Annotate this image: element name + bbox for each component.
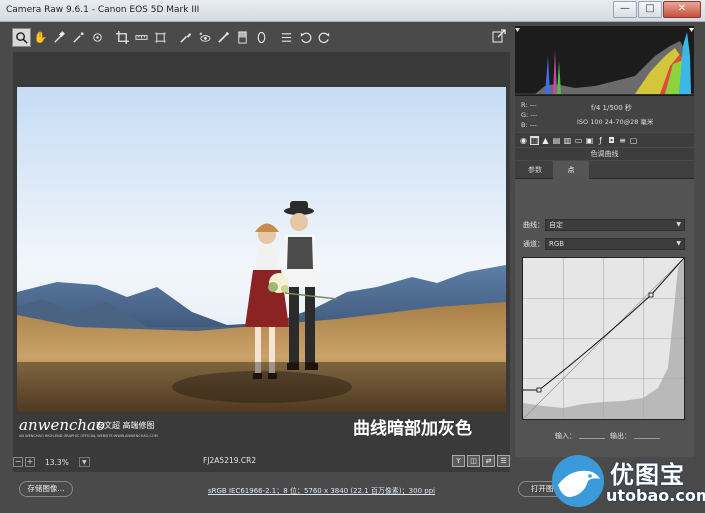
title-bar: Camera Raw 9.6.1 - Canon EOS 5D Mark III… xyxy=(0,0,705,22)
hsl-panel-icon[interactable]: ▤ xyxy=(552,136,561,145)
preview-preferences-button[interactable]: ☰ xyxy=(497,455,510,467)
zoom-dropdown[interactable]: ▼ xyxy=(78,457,90,467)
presets-list-icon[interactable] xyxy=(277,28,296,47)
detail-panel-icon[interactable]: ▲ xyxy=(541,136,550,145)
white-balance-icon[interactable] xyxy=(50,28,69,47)
shadow-clip-icon xyxy=(515,28,520,32)
view-controls: Y ◫ ⇄ ☰ xyxy=(452,455,510,467)
iso-lens: ISO 100 24-70@28 毫米 xyxy=(577,118,654,126)
rgb-values: R: --- G: --- B: --- xyxy=(521,100,537,130)
zoom-bar: − + 13.3% ▼ FJ2A5219.CR2 Y ◫ ⇄ ☰ xyxy=(13,455,510,469)
zoom-tool-icon[interactable] xyxy=(12,27,31,47)
tab-parametric[interactable]: 参数 xyxy=(517,161,553,179)
watermark-chinese: 安文超 高端修图 xyxy=(96,421,155,430)
minimize-button[interactable]: — xyxy=(613,1,637,18)
workflow-options-link[interactable]: sRGB IEC61966-2.1；8 位；5760 x 3840 (22.1 … xyxy=(208,486,435,496)
window-title: Camera Raw 9.6.1 - Canon EOS 5D Mark III xyxy=(6,5,200,15)
window-controls: — □ ✕ xyxy=(613,1,701,18)
toolbar: ✋ xyxy=(12,26,512,48)
brand-name-cn: 优图宝 xyxy=(610,461,685,489)
basic-panel-icon[interactable]: ◉ xyxy=(519,136,528,145)
aperture-shutter: f/4 1/500 秒 xyxy=(591,104,632,112)
output-label: 输出： xyxy=(610,432,631,440)
hand-tool-icon[interactable]: ✋ xyxy=(31,28,50,47)
brand-watermark: 优图宝 utobao.com xyxy=(548,449,705,513)
rotate-right-icon[interactable] xyxy=(315,28,334,47)
crop-icon[interactable] xyxy=(113,28,132,47)
color-sampler-icon[interactable] xyxy=(69,28,88,47)
tone-curve-body: 曲线： 自定 ▼ 通道： RGB ▼ 输入： 输出： xyxy=(515,179,694,457)
maximize-button[interactable]: □ xyxy=(638,1,662,18)
before-after-y-button[interactable]: Y xyxy=(452,455,465,467)
curve-svg xyxy=(522,257,685,420)
snapshots-panel-icon[interactable]: ▢ xyxy=(629,136,638,145)
input-field[interactable] xyxy=(579,438,605,439)
fx-panel-icon[interactable]: ƒ xyxy=(596,136,605,145)
watermark-subtitle: AN WENCHAO HIGH-END GRAPHIC OFFICIAL WEB… xyxy=(19,434,158,438)
spot-removal-icon[interactable] xyxy=(176,28,195,47)
bird-logo-icon xyxy=(552,455,604,507)
curve-preset-value: 自定 xyxy=(549,221,563,229)
histogram-graph xyxy=(515,28,694,95)
transform-icon[interactable] xyxy=(151,28,170,47)
red-value: R: --- xyxy=(521,101,537,109)
rotate-left-icon[interactable] xyxy=(296,28,315,47)
export-icon[interactable] xyxy=(492,29,506,43)
chevron-down-icon: ▼ xyxy=(676,240,681,247)
curve-label: 曲线： xyxy=(523,221,544,229)
targeted-adjustment-icon[interactable] xyxy=(88,28,107,47)
before-after-split-button[interactable]: ◫ xyxy=(467,455,480,467)
histogram xyxy=(515,26,694,96)
output-field[interactable] xyxy=(634,438,660,439)
red-eye-icon[interactable] xyxy=(195,28,214,47)
image-preview-area[interactable]: anwenchao 安文超 高端修图 AN WENCHAO HIGH-END G… xyxy=(13,52,510,472)
channel-value: RGB xyxy=(549,240,565,248)
photo-illustration xyxy=(17,87,506,412)
brand-name-en: utobao.com xyxy=(606,486,705,505)
highlight-clip-icon xyxy=(689,28,694,32)
green-value: G: --- xyxy=(521,111,538,119)
channel-label: 通道： xyxy=(523,240,544,248)
photo-preview xyxy=(17,87,506,412)
curve-preset-select[interactable]: 自定 ▼ xyxy=(545,219,685,231)
zoom-level: 13.3% xyxy=(45,457,69,467)
radial-filter-icon[interactable] xyxy=(252,28,271,47)
curve-point xyxy=(536,387,542,393)
camera-calibration-icon[interactable]: ◘ xyxy=(607,136,616,145)
tone-curve-panel-icon[interactable]: ▦ xyxy=(530,135,539,145)
tone-curve-graph[interactable] xyxy=(522,257,685,420)
save-image-button[interactable]: 存储图像... xyxy=(19,481,73,497)
adjustment-brush-icon[interactable] xyxy=(214,28,233,47)
split-toning-panel-icon[interactable]: ▥ xyxy=(563,136,572,145)
graduated-filter-icon[interactable] xyxy=(233,28,252,47)
presets-panel-icon[interactable]: ≡ xyxy=(618,136,627,145)
zoom-out-button[interactable]: − xyxy=(13,457,23,467)
camera-raw-window: ✋ anwenchao 安文超 高端修图 AN WENCHAO HIGH-END… xyxy=(0,22,705,513)
input-label: 输入： xyxy=(555,432,576,440)
effects-panel-icon[interactable]: ▣ xyxy=(585,136,594,145)
curve-tabs: 参数 点 xyxy=(515,161,694,179)
close-button[interactable]: ✕ xyxy=(663,1,701,18)
watermark-logo: anwenchao xyxy=(19,416,106,434)
straighten-icon[interactable] xyxy=(132,28,151,47)
right-panel: R: --- G: --- B: --- f/4 1/500 秒 ISO 100… xyxy=(515,26,694,457)
overlay-caption: 曲线暗部加灰色 xyxy=(353,419,472,439)
lens-corrections-panel-icon[interactable]: ▭ xyxy=(574,136,583,145)
tab-point[interactable]: 点 xyxy=(553,161,589,179)
curve-point xyxy=(648,292,654,298)
panel-title: 色调曲线 xyxy=(515,148,694,160)
blue-value: B: --- xyxy=(521,121,537,129)
panel-tabs-icons: ◉ ▦ ▲ ▤ ▥ ▭ ▣ ƒ ◘ ≡ ▢ xyxy=(515,133,694,147)
zoom-in-button[interactable]: + xyxy=(25,457,35,467)
file-name: FJ2A5219.CR2 xyxy=(203,456,257,465)
swap-settings-button[interactable]: ⇄ xyxy=(482,455,495,467)
readout-panel: R: --- G: --- B: --- f/4 1/500 秒 ISO 100… xyxy=(515,96,694,132)
chevron-down-icon: ▼ xyxy=(676,221,681,228)
channel-select[interactable]: RGB ▼ xyxy=(545,238,685,250)
